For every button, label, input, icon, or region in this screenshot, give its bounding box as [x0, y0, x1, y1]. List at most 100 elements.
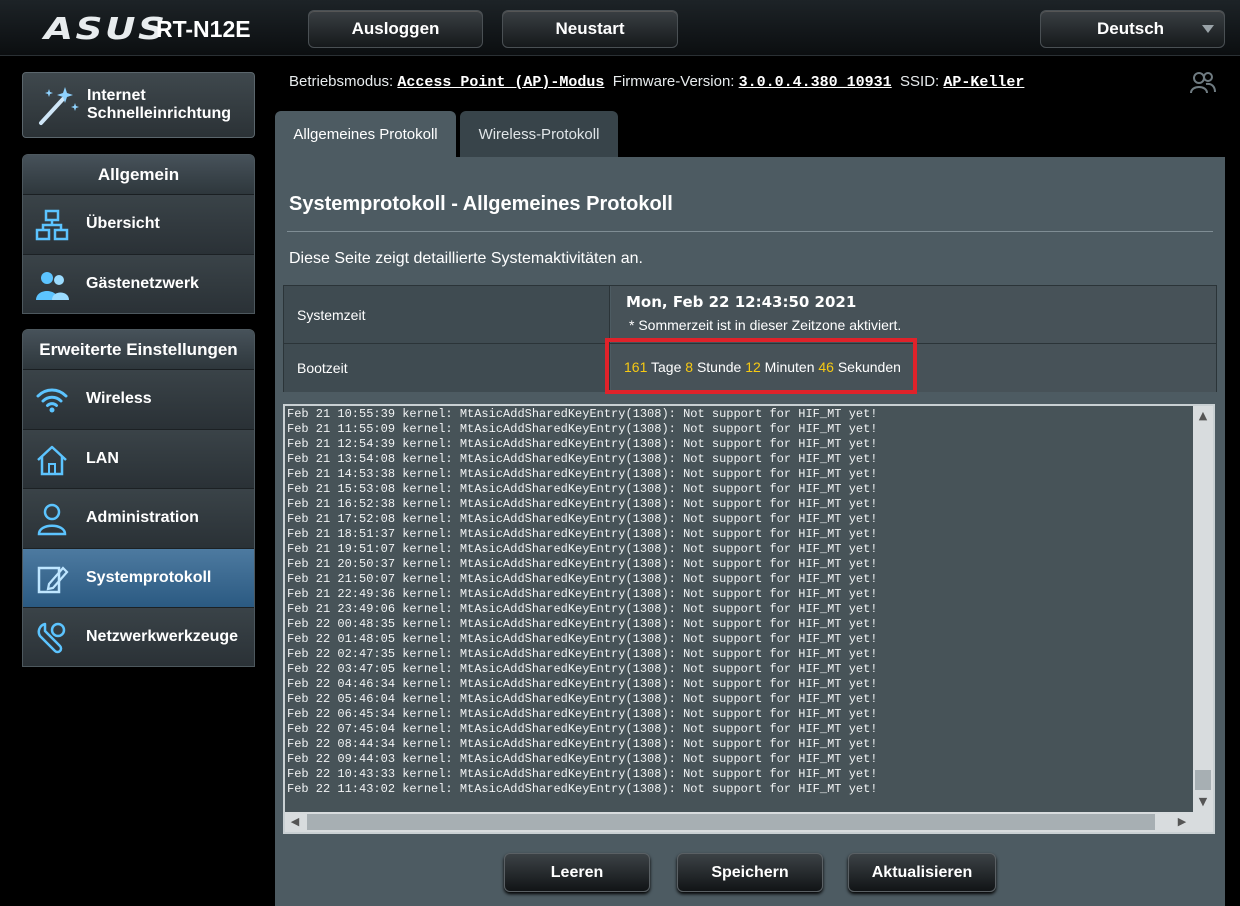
- system-log-icon: [37, 565, 69, 593]
- sidebar-item-label: Systemprotokoll: [86, 568, 212, 586]
- network-map-icon: [35, 209, 69, 241]
- sidebar-item-network-tools[interactable]: Netzwerkwerkzeuge: [23, 608, 254, 666]
- boot-time-cell: 161 Tage 8 Stunde 12 Minuten 46 Sekunden: [611, 344, 1216, 392]
- dst-note: * Sommerzeit ist in dieser Zeitzone akti…: [629, 317, 902, 333]
- log-line: Feb 22 08:44:34 kernel: MtAsicAddSharedK…: [287, 737, 878, 751]
- sidebar-item-administration[interactable]: Administration: [23, 489, 254, 549]
- log-line: Feb 21 11:55:09 kernel: MtAsicAddSharedK…: [287, 422, 878, 436]
- sidebar-group-advanced: Erweiterte Einstellungen Wireless LAN Ad…: [22, 329, 255, 667]
- sidebar-item-guest-network[interactable]: Gästenetzwerk: [23, 254, 254, 313]
- sidebar-group-title: Allgemein: [23, 155, 254, 195]
- boot-minutes-unit: Minuten: [764, 359, 815, 375]
- save-log-button[interactable]: Speichern: [677, 853, 823, 892]
- chevron-down-icon: [1202, 25, 1214, 33]
- operation-mode-link[interactable]: Access Point (AP)-Modus: [397, 74, 604, 91]
- boot-seconds-unit: Sekunden: [837, 359, 901, 375]
- resize-grip-icon[interactable]: [1193, 812, 1213, 832]
- sidebar-item-wireless[interactable]: Wireless: [23, 370, 254, 430]
- boot-time-label: Bootzeit: [284, 344, 610, 392]
- log-line: Feb 22 00:48:35 kernel: MtAsicAddSharedK…: [287, 617, 878, 631]
- log-line: Feb 22 09:44:03 kernel: MtAsicAddSharedK…: [287, 752, 878, 766]
- sidebar-group-title: Erweiterte Einstellungen: [23, 330, 254, 370]
- log-line: Feb 22 02:47:35 kernel: MtAsicAddSharedK…: [287, 647, 878, 661]
- info-table: Systemzeit Mon, Feb 22 12:43:50 2021 * S…: [283, 285, 1217, 392]
- scroll-right-icon[interactable]: ▶: [1175, 815, 1189, 829]
- guest-network-icon: [36, 271, 69, 300]
- logout-button[interactable]: Ausloggen: [308, 10, 483, 48]
- sidebar-item-label: Netzwerkwerkzeuge: [86, 628, 239, 646]
- sidebar-item-lan[interactable]: LAN: [23, 429, 254, 489]
- sidebar-item-system-log[interactable]: Systemprotokoll: [23, 548, 254, 608]
- log-line: Feb 22 01:48:05 kernel: MtAsicAddSharedK…: [287, 632, 878, 646]
- boot-days: 161: [624, 359, 648, 375]
- clients-icon[interactable]: [1190, 70, 1216, 94]
- horizontal-scroll-thumb[interactable]: [307, 814, 1155, 830]
- network-tools-icon: [37, 622, 66, 654]
- firmware-label: Firmware-Version:: [612, 73, 735, 90]
- page-description: Diese Seite zeigt detaillierte Systemakt…: [289, 250, 643, 267]
- log-line: Feb 22 07:45:04 kernel: MtAsicAddSharedK…: [287, 722, 878, 736]
- log-line: Feb 21 10:55:39 kernel: MtAsicAddSharedK…: [287, 407, 878, 421]
- log-line: Feb 21 21:50:07 kernel: MtAsicAddSharedK…: [287, 572, 878, 586]
- horizontal-scrollbar[interactable]: ◀ ▶: [285, 812, 1195, 832]
- system-time-label: Systemzeit: [284, 286, 610, 343]
- status-line: Betriebsmodus: Access Point (AP)-Modus F…: [289, 73, 1024, 91]
- router-model: RT-N12E: [156, 16, 251, 42]
- log-line: Feb 21 15:53:08 kernel: MtAsicAddSharedK…: [287, 482, 878, 496]
- wifi-icon: [36, 388, 68, 413]
- top-bar: ASUS RT-N12E Ausloggen Neustart Deutsch: [0, 0, 1240, 56]
- log-line: Feb 22 04:46:34 kernel: MtAsicAddSharedK…: [287, 677, 878, 691]
- boot-hours-unit: Stunde: [696, 359, 742, 375]
- log-line: Feb 21 20:50:37 kernel: MtAsicAddSharedK…: [287, 557, 878, 571]
- boot-time-row: Bootzeit 161 Tage 8 Stunde 12 Minuten 46…: [284, 344, 1216, 392]
- vertical-scroll-thumb[interactable]: [1195, 770, 1211, 790]
- log-line: Feb 21 14:53:38 kernel: MtAsicAddSharedK…: [287, 467, 878, 481]
- magic-wand-icon: [39, 87, 79, 125]
- page-title: Systemprotokoll - Allgemeines Protokoll: [289, 193, 673, 215]
- log-content: Feb 21 10:55:39 kernel: MtAsicAddSharedK…: [287, 407, 1192, 812]
- sidebar-item-label: Wireless: [86, 390, 152, 408]
- firmware-link[interactable]: 3.0.0.4.380_10931: [739, 74, 892, 91]
- log-line: Feb 22 10:43:33 kernel: MtAsicAddSharedK…: [287, 767, 878, 781]
- scroll-down-icon[interactable]: ▼: [1196, 795, 1210, 809]
- log-line: Feb 22 06:45:34 kernel: MtAsicAddSharedK…: [287, 707, 878, 721]
- boot-minutes: 12: [745, 359, 761, 375]
- system-time-value: Mon, Feb 22 12:43:50 2021: [626, 293, 857, 311]
- log-line: Feb 21 22:49:36 kernel: MtAsicAddSharedK…: [287, 587, 878, 601]
- log-line: Feb 21 23:49:06 kernel: MtAsicAddSharedK…: [287, 602, 878, 616]
- sidebar-item-label: LAN: [86, 449, 119, 467]
- vertical-scrollbar[interactable]: ▲ ▼: [1193, 406, 1213, 812]
- sidebar-item-overview[interactable]: Übersicht: [23, 195, 254, 255]
- tab-general-log[interactable]: Allgemeines Protokoll: [275, 111, 456, 157]
- sidebar-item-label: Übersicht: [86, 215, 160, 233]
- sidebar-group-general: Allgemein Übersicht Gästenetzwerk: [22, 154, 255, 314]
- scroll-left-icon[interactable]: ◀: [288, 815, 302, 829]
- log-textarea[interactable]: Feb 21 10:55:39 kernel: MtAsicAddSharedK…: [283, 404, 1215, 834]
- system-time-cell: Mon, Feb 22 12:43:50 2021 * Sommerzeit i…: [611, 286, 1216, 343]
- admin-user-icon: [37, 503, 67, 536]
- log-line: Feb 21 18:51:37 kernel: MtAsicAddSharedK…: [287, 527, 878, 541]
- sidebar-item-label: Gästenetzwerk: [86, 274, 199, 292]
- quick-internet-setup-button[interactable]: Internet Schnelleinrichtung: [22, 72, 255, 138]
- ssid-label: SSID:: [900, 73, 940, 90]
- sidebar-item-label: Administration: [86, 509, 199, 527]
- quick-setup-label: Internet Schnelleinrichtung: [87, 87, 232, 122]
- log-line: Feb 22 11:43:02 kernel: MtAsicAddSharedK…: [287, 782, 878, 796]
- language-select[interactable]: Deutsch: [1040, 10, 1225, 48]
- log-line: Feb 21 16:52:38 kernel: MtAsicAddSharedK…: [287, 497, 878, 511]
- language-value: Deutsch: [1097, 19, 1165, 38]
- boot-hours: 8: [685, 359, 694, 375]
- boot-time-value: 161 Tage 8 Stunde 12 Minuten 46 Sekunden: [624, 359, 901, 375]
- ssid-link[interactable]: AP-Keller: [943, 74, 1024, 91]
- boot-seconds: 46: [818, 359, 834, 375]
- log-line: Feb 21 19:51:07 kernel: MtAsicAddSharedK…: [287, 542, 878, 556]
- refresh-log-button[interactable]: Aktualisieren: [848, 853, 996, 892]
- tab-wireless-log[interactable]: Wireless-Protokoll: [460, 111, 618, 157]
- boot-days-unit: Tage: [651, 359, 682, 375]
- asus-logo: ASUS: [44, 12, 168, 47]
- reboot-button[interactable]: Neustart: [502, 10, 678, 48]
- scroll-up-icon[interactable]: ▲: [1196, 409, 1210, 423]
- system-time-row: Systemzeit Mon, Feb 22 12:43:50 2021 * S…: [284, 286, 1216, 344]
- log-line: Feb 21 12:54:39 kernel: MtAsicAddSharedK…: [287, 437, 878, 451]
- clear-log-button[interactable]: Leeren: [504, 853, 650, 892]
